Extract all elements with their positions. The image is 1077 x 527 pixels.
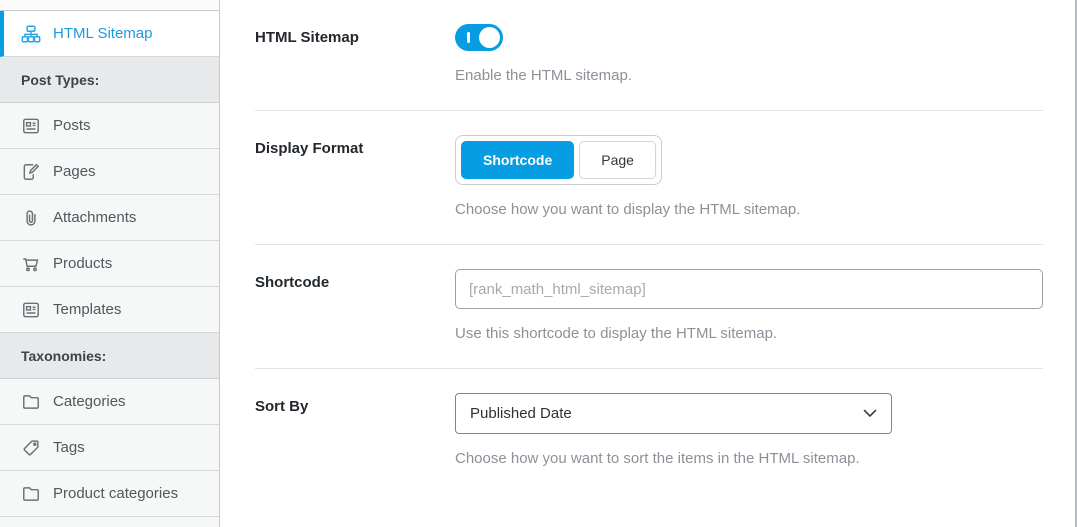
setting-row-sort-by: Sort By Published Date Choose how you wa… bbox=[255, 369, 1043, 493]
settings-page: HTML Sitemap Post Types: Posts Pages Att… bbox=[0, 0, 1077, 527]
sidebar-item-tags[interactable]: Tags bbox=[0, 425, 219, 471]
toggle-on-indicator bbox=[467, 32, 470, 43]
setting-description: Use this shortcode to display the HTML s… bbox=[455, 325, 778, 342]
sidebar-item-templates[interactable]: Templates bbox=[0, 287, 219, 333]
sidebar-section-label: Post Types: bbox=[21, 71, 100, 88]
folder-icon bbox=[21, 392, 41, 412]
sidebar: HTML Sitemap Post Types: Posts Pages Att… bbox=[0, 0, 220, 527]
setting-description: Enable the HTML sitemap. bbox=[455, 67, 633, 84]
sidebar-item-posts[interactable]: Posts bbox=[0, 103, 219, 149]
sidebar-item-label: HTML Sitemap bbox=[53, 25, 153, 42]
setting-description: Choose how you want to display the HTML … bbox=[455, 201, 801, 218]
tag-icon bbox=[21, 438, 41, 458]
setting-row-display-format: Display Format Shortcode Page Choose how… bbox=[255, 111, 1043, 245]
sidebar-partial-row-top bbox=[0, 0, 219, 11]
toggle-knob bbox=[479, 27, 500, 48]
display-format-button-group: Shortcode Page bbox=[455, 135, 662, 185]
sidebar-item-label: Products bbox=[53, 255, 113, 272]
sidebar-item-label: Posts bbox=[53, 117, 91, 134]
sidebar-item-label: Attachments bbox=[53, 209, 137, 226]
sidebar-item-label: Categories bbox=[53, 393, 126, 410]
sidebar-item-categories[interactable]: Categories bbox=[0, 379, 219, 425]
sidebar-section-post-types: Post Types: bbox=[0, 57, 219, 103]
setting-row-shortcode: Shortcode Use this shortcode to display … bbox=[255, 245, 1043, 369]
cart-icon bbox=[21, 254, 41, 274]
sidebar-item-label: Pages bbox=[53, 163, 96, 180]
setting-description: Choose how you want to sort the items in… bbox=[455, 450, 860, 467]
paperclip-icon bbox=[21, 208, 41, 228]
sidebar-item-label: Product categories bbox=[53, 485, 179, 502]
setting-label: HTML Sitemap bbox=[255, 29, 359, 46]
posts-icon bbox=[21, 116, 41, 136]
sitemap-icon bbox=[21, 24, 41, 44]
sidebar-item-attachments[interactable]: Attachments bbox=[0, 195, 219, 241]
sidebar-section-taxonomies: Taxonomies: bbox=[0, 333, 219, 379]
setting-label: Sort By bbox=[255, 398, 309, 415]
shortcode-input[interactable] bbox=[455, 269, 1043, 309]
sidebar-item-html-sitemap[interactable]: HTML Sitemap bbox=[0, 11, 219, 57]
sidebar-item-label: Templates bbox=[53, 301, 122, 318]
sort-by-selected-value: Published Date bbox=[470, 405, 572, 422]
shortcode-option-button[interactable]: Shortcode bbox=[461, 141, 575, 179]
pages-icon bbox=[21, 162, 41, 182]
settings-panel: HTML Sitemap Enable the HTML sitemap. Di… bbox=[220, 0, 1075, 527]
setting-label: Shortcode bbox=[255, 274, 330, 291]
sidebar-section-label: Taxonomies: bbox=[21, 347, 107, 364]
sidebar-item-pages[interactable]: Pages bbox=[0, 149, 219, 195]
sidebar-item-products[interactable]: Products bbox=[0, 241, 219, 287]
folder-icon bbox=[21, 484, 41, 504]
sidebar-partial-row-bottom bbox=[0, 517, 219, 527]
sidebar-item-product-categories[interactable]: Product categories bbox=[0, 471, 219, 517]
templates-icon bbox=[21, 300, 41, 320]
chevron-down-icon bbox=[863, 409, 877, 418]
page-option-button[interactable]: Page bbox=[579, 141, 656, 179]
sidebar-item-label: Tags bbox=[53, 439, 85, 456]
html-sitemap-toggle[interactable] bbox=[455, 24, 503, 51]
setting-label: Display Format bbox=[255, 140, 364, 157]
sort-by-select[interactable]: Published Date bbox=[455, 393, 892, 434]
setting-row-html-sitemap: HTML Sitemap Enable the HTML sitemap. bbox=[255, 0, 1043, 111]
